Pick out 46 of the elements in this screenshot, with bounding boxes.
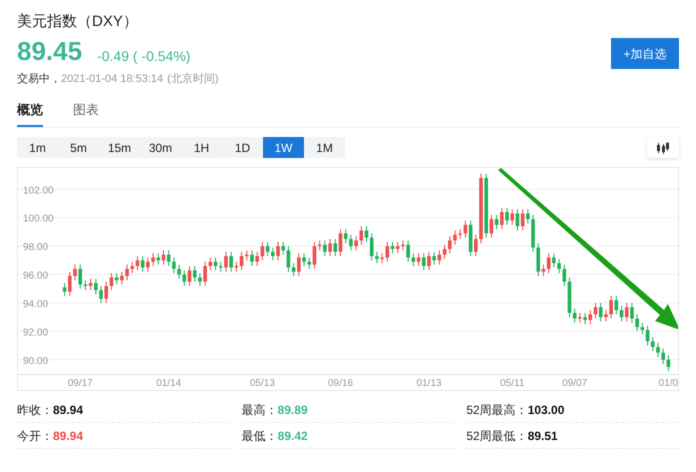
period-button[interactable]: 1D xyxy=(222,137,263,158)
stat-label: 昨收： xyxy=(17,402,53,418)
axis-label: 98.00 xyxy=(23,242,48,254)
axis-label: 96.00 xyxy=(23,270,48,282)
period-button[interactable]: 1M xyxy=(304,137,345,158)
axis-label: 102.00 xyxy=(23,185,54,196)
stat-value: 89.94 xyxy=(53,428,84,444)
period-button[interactable]: 1m xyxy=(17,137,58,158)
axis-label: 01/0 xyxy=(658,378,678,389)
timezone: (北京时间) xyxy=(167,72,218,87)
timestamp: 2021-01-04 18:53:14 xyxy=(61,72,164,87)
stat-label: 52周最高： xyxy=(466,402,528,418)
period-button[interactable]: 1H xyxy=(181,137,222,158)
stat-value: 89.89 xyxy=(278,402,308,418)
stat-label: 最高： xyxy=(242,402,278,418)
axis-label: 05/13 xyxy=(250,378,275,389)
axis-label: 09/16 xyxy=(328,378,353,389)
trading-status: 交易中， xyxy=(17,72,61,87)
axis-label: 90.00 xyxy=(23,356,48,367)
stat-value: 89.42 xyxy=(278,428,308,444)
stat-value: 89.94 xyxy=(53,402,84,418)
chart-type-button[interactable] xyxy=(647,137,679,158)
add-watchlist-button[interactable]: +加自选 xyxy=(611,38,679,69)
period-button[interactable]: 5m xyxy=(58,137,99,158)
axis-label: 01/14 xyxy=(156,378,182,389)
price: 89.45 xyxy=(17,36,82,66)
axis-label: 09/17 xyxy=(68,378,93,389)
period-button[interactable]: 15m xyxy=(99,137,140,158)
candlestick-icon xyxy=(656,142,670,154)
axis-label: 05/11 xyxy=(500,378,524,389)
axis-label: 09/07 xyxy=(562,378,588,389)
axis-label: 92.00 xyxy=(23,327,48,338)
stat-label: 52周最低： xyxy=(466,428,528,444)
stat-value: 89.51 xyxy=(528,428,558,444)
tab[interactable]: 图表 xyxy=(73,100,99,127)
tab[interactable]: 概览 xyxy=(17,100,43,127)
stat-value: 103.00 xyxy=(528,402,564,418)
axis-label: 94.00 xyxy=(23,298,48,310)
price-change: -0.49 ( -0.54%) xyxy=(97,47,190,66)
stat-label: 最低： xyxy=(242,428,278,444)
axis-label: 100.00 xyxy=(23,214,54,225)
period-button[interactable]: 30m xyxy=(140,137,181,158)
stat-label: 今开： xyxy=(17,428,53,444)
index-title: 美元指数（DXY） xyxy=(17,12,139,32)
axis-label: 01/13 xyxy=(416,378,442,389)
period-button[interactable]: 1W xyxy=(263,137,304,158)
